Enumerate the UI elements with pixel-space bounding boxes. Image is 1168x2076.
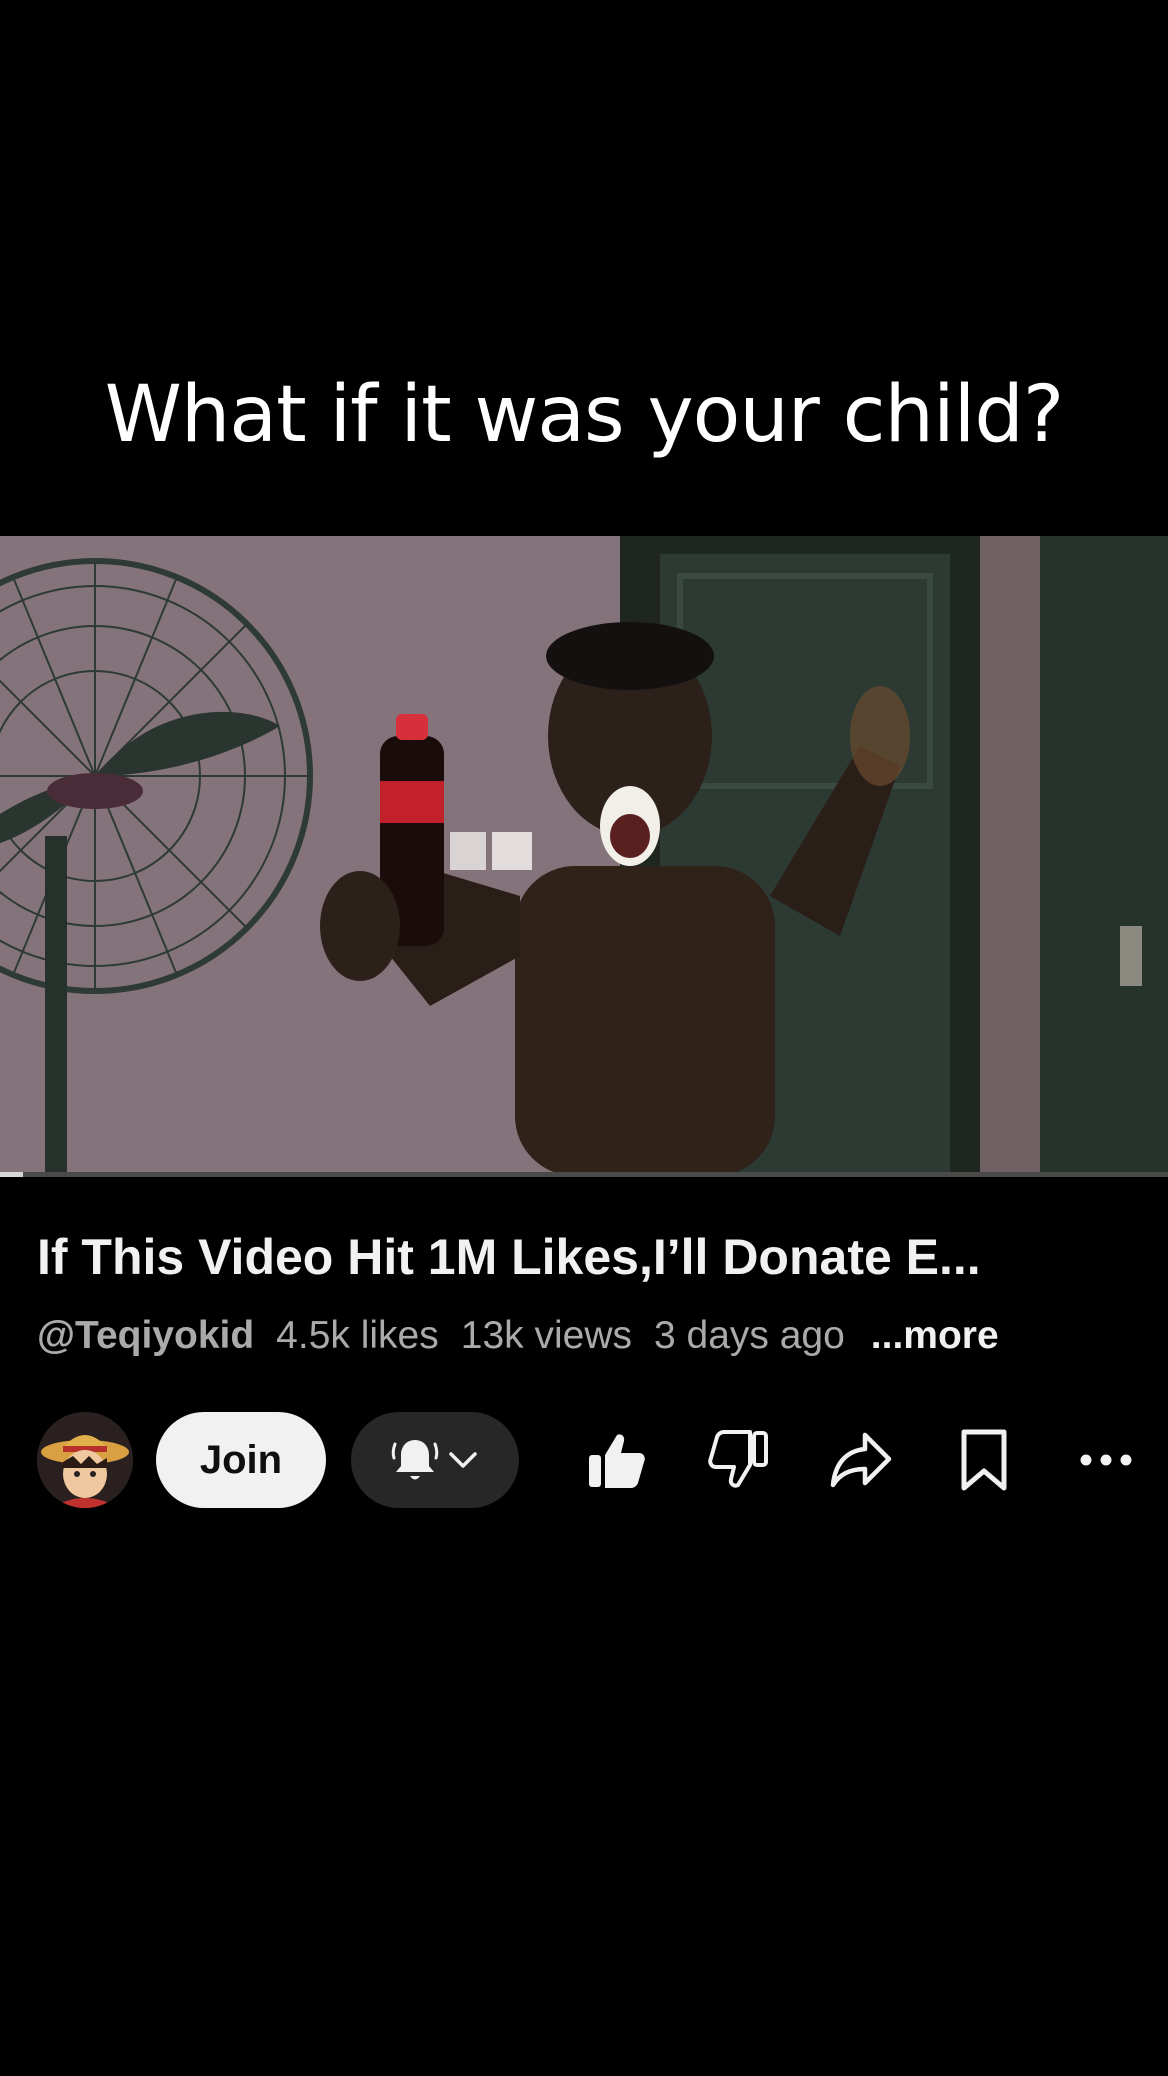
join-button[interactable]: Join (156, 1412, 326, 1508)
share-button[interactable] (827, 1426, 895, 1494)
more-link[interactable]: ...more (871, 1314, 999, 1358)
video-meta: @Teqiyokid 4.5k likes 13k views 3 days a… (37, 1314, 1137, 1358)
save-button[interactable] (950, 1426, 1018, 1494)
like-button[interactable] (582, 1426, 650, 1494)
shorts-page: What if it was your child? If This Video… (0, 0, 1168, 2076)
avatar-image (37, 1412, 133, 1508)
video-frame (0, 536, 1168, 1176)
thumbs-up-icon (589, 1434, 645, 1488)
share-icon (830, 1432, 892, 1488)
upload-age: 3 days ago (653, 1314, 845, 1357)
video-progress-bar[interactable] (0, 1172, 1168, 1177)
video-progress-fill (0, 1172, 24, 1177)
bell-icon (391, 1440, 439, 1480)
more-options-button[interactable] (1072, 1426, 1140, 1494)
likes-count: 4.5k likes (276, 1314, 439, 1357)
video-title[interactable]: If This Video Hit 1M Likes,I’ll Donate E… (37, 1228, 1137, 1286)
thumbs-down-icon (708, 1430, 768, 1488)
video-caption: What if it was your child? (104, 370, 1064, 460)
notification-bell-button[interactable] (351, 1412, 519, 1508)
action-bar: Join (37, 1412, 1147, 1508)
views-count: 13k views (460, 1314, 632, 1357)
dislike-button[interactable] (705, 1426, 773, 1494)
more-icon (1080, 1454, 1132, 1466)
chevron-down-icon (449, 1452, 477, 1468)
channel-handle[interactable]: @Teqiyokid (37, 1314, 254, 1358)
save-icon (961, 1429, 1007, 1491)
video-player[interactable] (0, 536, 1168, 1176)
channel-avatar[interactable] (37, 1412, 133, 1508)
